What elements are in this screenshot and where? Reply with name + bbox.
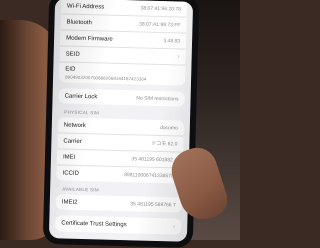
certificate-trust-settings-label: Certificate Trust Settings — [61, 220, 127, 229]
certificate-group: Certificate Trust Settings › — [55, 215, 182, 235]
wifi-address-label: Wi-Fi Address — [66, 3, 105, 11]
imei2-label: IMEI2 — [61, 198, 78, 206]
bluetooth-label: Bluetooth — [66, 19, 92, 26]
carrier-lock-label: Carrier Lock — [64, 93, 98, 100]
chevron-right-icon: › — [172, 222, 176, 230]
about-screen: Wi-Fi Address 38:07:41:96:20:78 Bluetoot… — [48, 0, 194, 242]
iccid-value: 8981100067413385786 — [124, 171, 177, 179]
device-info-group: Wi-Fi Address 38:07:41:96:20:78 Bluetoot… — [58, 0, 188, 86]
imei-label: IMEI — [62, 153, 76, 161]
wifi-address-value: 38:07:41:96:20:78 — [140, 4, 182, 13]
carrier-value: ドコモ 62.0 — [151, 140, 178, 148]
physical-sim-group: Network docomo Carrier ドコモ 62.0 IMEI 35 … — [56, 117, 185, 184]
seid-label: SEID — [65, 51, 80, 58]
eid-label: EID — [65, 66, 76, 73]
bluetooth-value: 38:07:A1:99:73:FF — [139, 20, 181, 29]
network-value: docomo — [159, 124, 178, 131]
phone: Wi-Fi Address 38:07:41:96:20:78 Bluetoot… — [42, 0, 200, 248]
carrier-lock-value: No SIM restrictions — [136, 94, 179, 102]
modem-firmware-label: Modem Firmware — [66, 35, 113, 43]
eid-value: 89049032007008882668144187423364 — [65, 74, 147, 82]
network-label: Network — [63, 122, 86, 129]
seid-chevron-icon: › — [177, 53, 180, 61]
imei-value: 35 481195 601882 4 — [131, 155, 178, 163]
carrier-label: Carrier — [63, 138, 82, 145]
certificate-trust-settings-row[interactable]: Certificate Trust Settings › — [55, 215, 181, 234]
imei2-value: 35 481195 589766 7 — [130, 200, 176, 208]
iccid-label: ICCID — [62, 169, 80, 177]
modem-firmware-value: 3.48.83 — [163, 37, 181, 45]
